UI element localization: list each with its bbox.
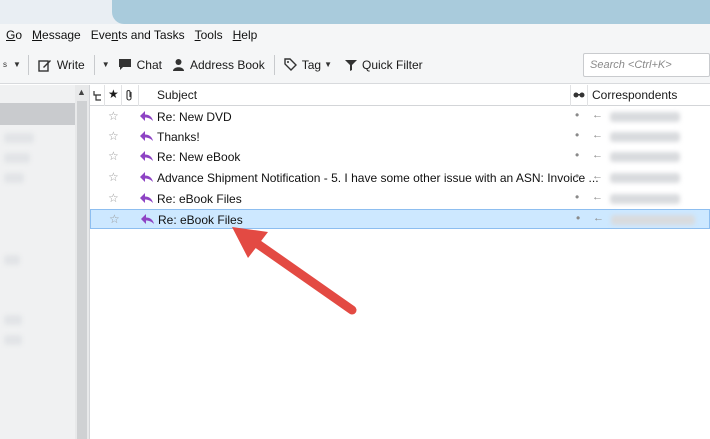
- message-row[interactable]: ☆ Re: eBook Files • ←: [90, 189, 710, 209]
- scroll-up-arrow-icon[interactable]: ▲: [77, 87, 86, 97]
- menu-help[interactable]: Help: [233, 28, 258, 42]
- message-subject: Thanks!: [157, 130, 200, 144]
- blurred-correspondent: [611, 215, 695, 225]
- chat-label: Chat: [136, 57, 162, 72]
- blurred-folder-name: [4, 133, 34, 143]
- toolbar-divider: [27, 54, 29, 75]
- folder-pane-scrollbar[interactable]: ▲: [75, 85, 89, 439]
- address-book-label: Address Book: [189, 57, 265, 72]
- write-label: Write: [56, 57, 85, 72]
- star-outline-icon[interactable]: ☆: [108, 191, 119, 205]
- sent-arrow-icon: ←: [593, 212, 604, 224]
- star-outline-icon[interactable]: ☆: [109, 212, 120, 226]
- column-divider: [587, 85, 588, 106]
- blurred-folder-name: [4, 315, 22, 325]
- blurred-correspondent: [610, 173, 680, 183]
- mail-client-window: Go Message Events and Tasks Tools Help s…: [0, 0, 710, 439]
- star-outline-icon[interactable]: ☆: [108, 109, 119, 123]
- sent-arrow-icon: ←: [592, 129, 603, 141]
- chat-button[interactable]: Chat: [113, 53, 167, 77]
- column-divider: [570, 85, 571, 106]
- read-status-dot-icon[interactable]: •: [575, 128, 579, 142]
- menu-message[interactable]: Message: [32, 28, 81, 42]
- title-bar: [0, 0, 710, 24]
- message-subject: Re: New eBook: [157, 150, 241, 164]
- message-subject: Advance Shipment Notification - 5. I hav…: [157, 171, 599, 185]
- toolbar-divider: [273, 54, 275, 75]
- read-status-dot-icon[interactable]: •: [576, 211, 580, 225]
- tab-strip: [112, 0, 710, 24]
- tag-label: Tag: [301, 57, 322, 72]
- message-row[interactable]: ☆ Thanks! • ←: [90, 127, 710, 147]
- star-outline-icon[interactable]: ☆: [108, 149, 119, 163]
- menu-events-and-tasks[interactable]: Events and Tasks: [91, 28, 185, 42]
- scrollbar-thumb[interactable]: [77, 101, 87, 439]
- sent-arrow-icon: ←: [592, 109, 603, 121]
- column-divider: [138, 85, 139, 106]
- tag-chevron-down-icon: ▼: [324, 60, 332, 69]
- message-subject: Re: eBook Files: [158, 213, 243, 227]
- message-row[interactable]: ☆ Re: New DVD • ←: [90, 107, 710, 127]
- blurred-correspondent: [610, 112, 680, 122]
- chat-bubble-icon: [118, 59, 131, 70]
- blurred-folder-name: [4, 335, 22, 345]
- replied-arrow-icon: [140, 131, 153, 141]
- toolbar-divider: [93, 54, 95, 75]
- blurred-correspondent: [610, 132, 680, 142]
- thread-column-icon[interactable]: [93, 90, 102, 101]
- sent-arrow-icon: ←: [592, 149, 603, 161]
- write-chevron-down-icon[interactable]: ▼: [99, 60, 113, 69]
- pencil-icon: [38, 59, 51, 72]
- attachment-paperclip-icon[interactable]: [125, 89, 134, 101]
- get-messages-dropdown-icon[interactable]: s: [0, 60, 10, 69]
- blurred-folder-name: [4, 255, 20, 265]
- star-outline-icon[interactable]: ☆: [108, 170, 119, 184]
- filter-funnel-icon: [344, 59, 357, 71]
- person-icon: [172, 59, 184, 71]
- search-placeholder: Search <Ctrl+K>: [590, 59, 672, 71]
- search-input[interactable]: Search <Ctrl+K>: [583, 53, 710, 77]
- selected-folder-row[interactable]: [0, 103, 75, 125]
- column-divider: [121, 85, 122, 106]
- tag-button[interactable]: Tag ▼: [279, 53, 340, 77]
- quick-filter-button[interactable]: Quick Filter: [340, 53, 428, 77]
- replied-arrow-icon: [141, 214, 154, 224]
- thread-pane: ★ Subject Correspondents ☆ Re: New DVD •…: [90, 85, 710, 439]
- quick-filter-label: Quick Filter: [361, 57, 423, 72]
- message-row-selected[interactable]: ☆ Re: eBook Files • ←: [90, 209, 710, 229]
- read-status-dot-icon[interactable]: •: [575, 108, 579, 122]
- replied-arrow-icon: [140, 151, 153, 161]
- menu-tools[interactable]: Tools: [195, 28, 223, 42]
- correspondents-column-header[interactable]: Correspondents: [592, 88, 677, 102]
- blurred-folder-name: [4, 173, 24, 183]
- read-status-dot-icon[interactable]: •: [575, 169, 579, 183]
- thread-column-header: ★ Subject Correspondents: [90, 85, 710, 106]
- star-outline-icon[interactable]: ☆: [108, 129, 119, 143]
- menu-bar: Go Message Events and Tasks Tools Help: [0, 24, 710, 46]
- message-row[interactable]: ☆ Advance Shipment Notification - 5. I h…: [90, 168, 710, 188]
- sent-arrow-icon: ←: [592, 191, 603, 203]
- subject-column-header[interactable]: Subject: [157, 88, 197, 102]
- write-button[interactable]: Write: [33, 53, 90, 77]
- replied-arrow-icon: [140, 193, 153, 203]
- message-subject: Re: eBook Files: [157, 192, 242, 206]
- address-book-button[interactable]: Address Book: [167, 53, 270, 77]
- star-column-icon[interactable]: ★: [108, 87, 119, 101]
- blurred-correspondent: [610, 152, 680, 162]
- get-messages-chevron-down-icon[interactable]: ▼: [10, 60, 24, 69]
- folder-pane: ▲: [0, 85, 90, 439]
- menu-go[interactable]: Go: [6, 28, 22, 42]
- sent-arrow-icon: ←: [592, 170, 603, 182]
- read-status-dot-icon[interactable]: •: [575, 190, 579, 204]
- blurred-correspondent: [610, 194, 680, 204]
- blurred-folder-name: [4, 153, 30, 163]
- replied-arrow-icon: [140, 172, 153, 182]
- read-status-dot-icon[interactable]: •: [575, 148, 579, 162]
- message-row[interactable]: ☆ Re: New eBook • ←: [90, 147, 710, 167]
- replied-arrow-icon: [140, 111, 153, 121]
- message-subject: Re: New DVD: [157, 110, 232, 124]
- read-status-glasses-icon[interactable]: [573, 91, 585, 99]
- tag-icon: [284, 58, 297, 71]
- column-divider: [104, 85, 105, 106]
